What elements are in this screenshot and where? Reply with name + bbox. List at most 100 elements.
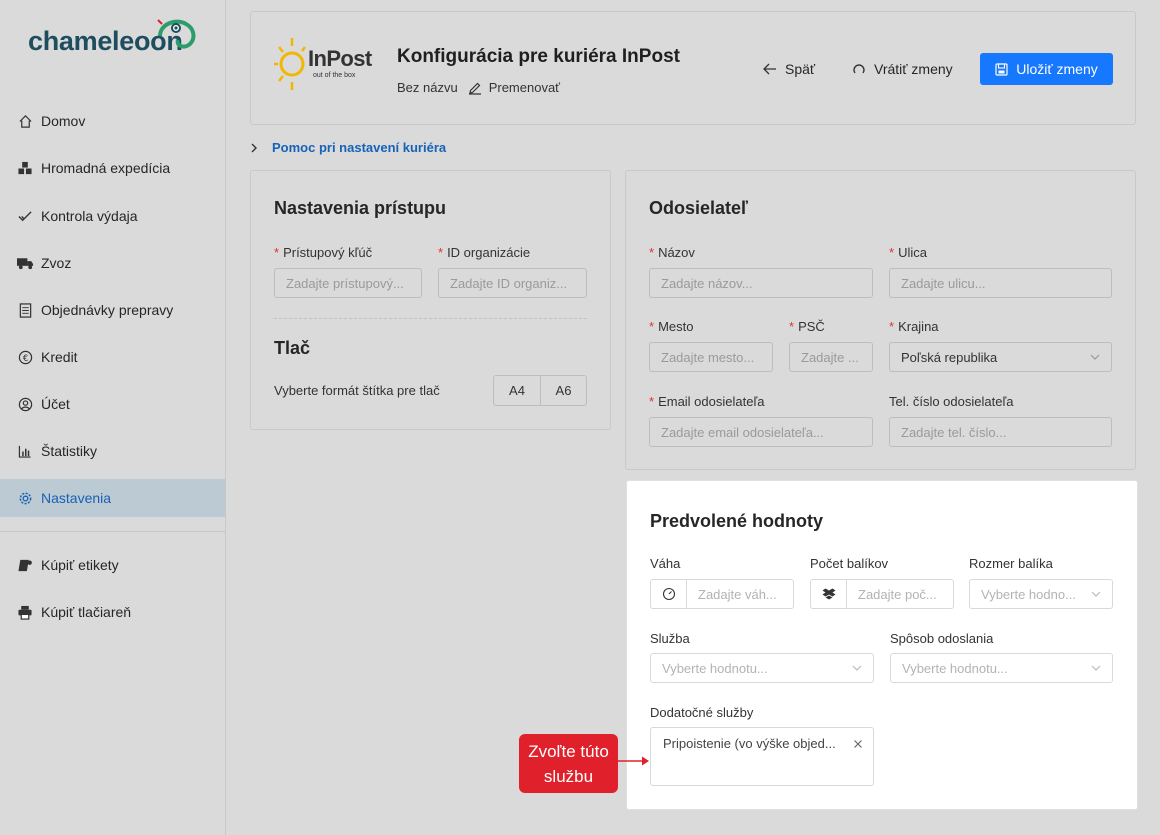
sidebar-item-label: Kontrola výdaja: [41, 208, 138, 224]
gear-icon: [16, 489, 34, 507]
chevron-right-icon: [251, 143, 257, 152]
zip-input[interactable]: Zadajte ...: [789, 342, 873, 372]
gauge-icon: [662, 587, 675, 601]
sidebar-item-label: Kúpiť etikety: [41, 557, 119, 573]
weight-label: Váha: [650, 556, 681, 571]
label-roll-icon: [16, 556, 34, 574]
sidebar-item-label: Objednávky prepravy: [41, 302, 174, 318]
weight-input[interactable]: Zadajte váh...: [686, 579, 794, 609]
home-icon: [16, 112, 34, 130]
format-a6-button[interactable]: A6: [540, 376, 586, 405]
inpost-logo-text: InPost: [308, 46, 372, 71]
config-name-text: Bez názvu: [397, 80, 458, 95]
service-select[interactable]: Vyberte hodnotu...: [650, 653, 874, 683]
save-icon: [995, 62, 1008, 76]
service-label: Služba: [650, 631, 690, 646]
sidebar-item-label: Nastavenia: [41, 490, 112, 506]
inpost-logo: InPost out of the box: [274, 34, 372, 94]
sidebar-item-objednavky-prepravy[interactable]: Objednávky prepravy: [0, 291, 225, 329]
email-label: * Email odosielateľa: [649, 394, 765, 409]
sidebar-item-nastavenia[interactable]: Nastavenia: [0, 479, 225, 517]
printer-icon: [16, 603, 34, 621]
pencil-icon: [468, 82, 481, 95]
sidebar-item-statistiky[interactable]: Štatistiky: [0, 432, 225, 470]
sidebar-item-kredit[interactable]: € Kredit: [0, 338, 225, 376]
defaults-title: Predvolené hodnoty: [650, 511, 824, 531]
sidebar-item-label: Kredit: [41, 349, 78, 365]
close-icon[interactable]: [853, 739, 863, 749]
instruction-callout: Zvoľte túto službu: [519, 734, 618, 793]
sidebar-item-kupit-tlaciaren[interactable]: Kúpiť tlačiareň: [0, 593, 225, 631]
back-button[interactable]: Späť: [763, 53, 815, 85]
package-size-placeholder: Vyberte hodno...: [981, 586, 1076, 602]
weight-addon: [650, 579, 687, 609]
svg-text:€: €: [22, 352, 27, 362]
sidebar-item-ucet[interactable]: Účet: [0, 385, 225, 423]
city-input[interactable]: Zadajte mesto...: [649, 342, 773, 372]
access-title: Nastavenia prístupu: [274, 198, 447, 218]
sidebar-item-hromadna-expedicia[interactable]: Hromadná expedícia: [0, 149, 225, 187]
access-key-input[interactable]: Zadajte prístupový...: [274, 268, 422, 298]
chevron-down-icon: [1091, 665, 1101, 671]
help-link-label: Pomoc pri nastavení kuriéra: [272, 140, 447, 155]
package-size-label: Rozmer balíka: [969, 556, 1053, 571]
sidebar-item-domov[interactable]: Domov: [0, 102, 225, 140]
truck-icon: [16, 254, 34, 272]
sender-name-label: * Názov: [649, 245, 695, 260]
extra-services-label: Dodatočné služby: [650, 705, 754, 720]
country-select[interactable]: Poľská republika: [889, 342, 1112, 372]
shipping-method-placeholder: Vyberte hodnotu...: [902, 660, 1008, 676]
shipping-method-select[interactable]: Vyberte hodnotu...: [890, 653, 1113, 683]
shipping-method-label: Spôsob odoslania: [890, 631, 994, 646]
sidebar-item-kontrola-vydaja[interactable]: Kontrola výdaja: [0, 197, 225, 235]
boxes-icon: [16, 159, 34, 177]
sidebar-item-label: Kúpiť tlačiareň: [41, 604, 132, 620]
extra-services-select[interactable]: Pripoistenie (vo výške objed...: [650, 727, 874, 786]
print-title: Tlač: [274, 338, 311, 358]
arrow-left-icon: [763, 63, 776, 75]
country-value: Poľská republika: [901, 349, 998, 365]
format-a4-button[interactable]: A4: [494, 376, 540, 405]
rename-button[interactable]: Premenovať: [464, 78, 564, 97]
sidebar-item-kupit-etikety[interactable]: Kúpiť etikety: [0, 546, 225, 584]
phone-label: Tel. číslo odosielateľa: [889, 394, 1014, 409]
save-label: Uložiť zmeny: [1016, 61, 1098, 77]
sidebar-item-label: Účet: [41, 396, 70, 412]
org-id-input[interactable]: Zadajte ID organiz...: [438, 268, 587, 298]
sidebar-divider: [0, 531, 225, 532]
chevron-down-icon: [852, 665, 862, 671]
phone-input[interactable]: Zadajte tel. číslo...: [889, 417, 1112, 447]
sender-name-input[interactable]: Zadajte názov...: [649, 268, 873, 298]
revert-button[interactable]: Vrátiť zmeny: [852, 53, 953, 85]
email-input[interactable]: Zadajte email odosielateľa...: [649, 417, 873, 447]
euro-icon: €: [16, 348, 34, 366]
rename-label: Premenovať: [488, 80, 561, 95]
header-card: InPost out of the box Konfigurácia pre k…: [250, 11, 1136, 125]
revert-label: Vrátiť zmeny: [874, 61, 953, 77]
package-count-input[interactable]: Zadajte poč...: [846, 579, 954, 609]
sidebar-item-label: Hromadná expedícia: [41, 160, 171, 176]
sidebar: chameleoon Domov Hromadná expedícia Kont…: [0, 0, 226, 835]
bar-chart-icon: [16, 442, 34, 460]
chevron-down-icon: [1091, 591, 1101, 597]
help-link[interactable]: Pomoc pri nastavení kuriéra: [250, 140, 446, 155]
sidebar-item-zvoz[interactable]: Zvoz: [0, 244, 225, 282]
save-button[interactable]: Uložiť zmeny: [980, 53, 1113, 85]
access-key-label: * Prístupový kľúč: [274, 245, 373, 260]
callout-line-1: Zvoľte túto: [528, 742, 609, 761]
sidebar-item-label: Domov: [41, 113, 86, 129]
package-count-addon: [810, 579, 847, 609]
undo-icon: [853, 64, 865, 74]
document-icon: [16, 301, 34, 319]
config-name: Bez názvu Premenovať: [397, 78, 564, 97]
back-label: Späť: [785, 61, 816, 77]
country-label: * Krajina: [889, 319, 939, 334]
city-label: * Mesto: [649, 319, 694, 334]
street-input[interactable]: Zadajte ulicu...: [889, 268, 1112, 298]
chameleon-icon: [157, 19, 196, 49]
inpost-logo-tagline: out of the box: [313, 72, 356, 79]
user-circle-icon: [16, 395, 34, 413]
dropbox-icon: [822, 588, 835, 599]
callout-line-2: službu: [543, 767, 594, 786]
package-size-select[interactable]: Vyberte hodno...: [969, 579, 1113, 609]
